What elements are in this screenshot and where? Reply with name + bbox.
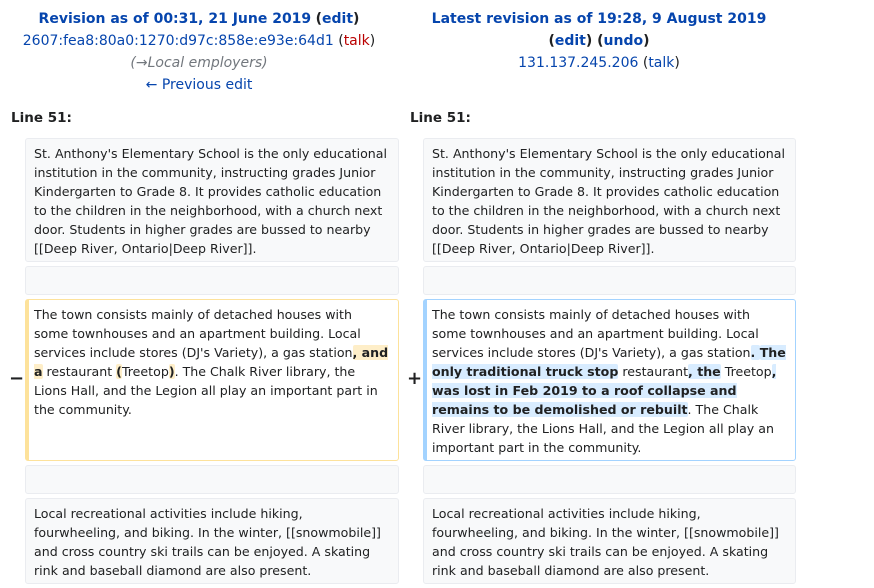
unchanged-text: Treetop (121, 364, 169, 379)
edit-summary: (→Local employers) (130, 55, 268, 71)
unchanged-text: The town consists mainly of detached hou… (432, 307, 759, 360)
left-user-link[interactable]: 2607:fea8:80a0:1270:d97c:858e:e93e:64d1 (23, 33, 334, 49)
left-revision-link[interactable]: Revision as of 00:31, 21 June 2019 (39, 11, 312, 27)
left-context-1: St. Anthony's Elementary School is the o… (25, 138, 399, 262)
left-context-2: Local recreational activities include hi… (25, 498, 399, 584)
unchanged-text: restaurant (42, 364, 117, 379)
right-user-link[interactable]: 131.137.245.206 (518, 55, 638, 71)
unchanged-text: Treetop (720, 364, 772, 379)
right-line-number: Line 51: (410, 110, 471, 126)
undo-link[interactable]: undo (604, 33, 644, 49)
left-empty-line (25, 266, 399, 295)
left-line-number: Line 51: (11, 110, 72, 126)
added-marker: + (407, 368, 423, 389)
right-revision-link[interactable]: Latest revision as of 19:28, 9 August 20… (432, 11, 767, 27)
inserted-text: . (750, 345, 760, 360)
previous-edit-link[interactable]: ← Previous edit (146, 77, 253, 93)
inserted-text: , the (688, 364, 721, 379)
right-revision-header: Latest revision as of 19:28, 9 August 20… (431, 11, 767, 71)
right-edit-link[interactable]: edit (555, 33, 586, 49)
added-line: The town consists mainly of detached hou… (423, 299, 796, 461)
left-talk-link[interactable]: talk (344, 33, 370, 49)
unchanged-text: restaurant (618, 364, 689, 379)
left-edit-link[interactable]: edit (322, 11, 353, 27)
right-empty-line (423, 266, 796, 295)
right-empty-line-2 (423, 465, 796, 494)
unchanged-text: The town consists mainly of detached hou… (34, 307, 361, 360)
right-talk-link[interactable]: talk (648, 55, 674, 71)
left-empty-line-2 (25, 465, 399, 494)
deleted-line: The town consists mainly of detached hou… (25, 299, 399, 461)
left-revision-header: Revision as of 00:31, 21 June 2019 (edit… (0, 8, 398, 96)
deleted-marker: − (9, 368, 25, 389)
right-context-2: Local recreational activities include hi… (423, 498, 796, 584)
right-context-1: St. Anthony's Elementary School is the o… (423, 138, 796, 262)
